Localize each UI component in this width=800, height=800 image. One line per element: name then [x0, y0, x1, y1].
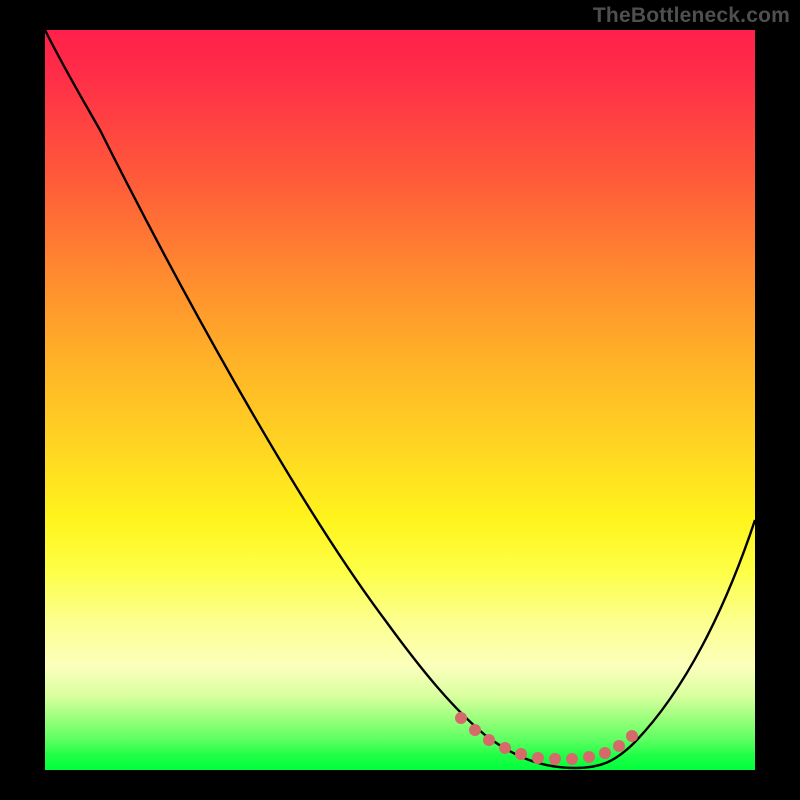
plot-area — [45, 30, 755, 770]
curve-layer — [45, 30, 755, 770]
watermark-text: TheBottleneck.com — [593, 4, 790, 28]
main-curve — [45, 30, 755, 768]
chart-frame: TheBottleneck.com — [0, 0, 800, 800]
marker-band — [455, 712, 638, 765]
